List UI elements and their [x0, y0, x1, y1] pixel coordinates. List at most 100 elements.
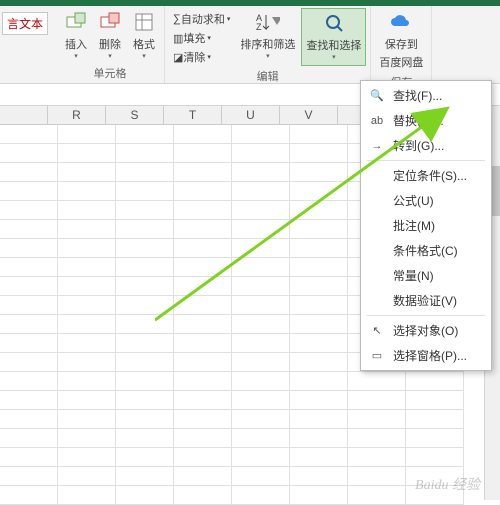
column-header[interactable]: S [106, 106, 164, 124]
cell[interactable] [0, 125, 58, 144]
cell[interactable] [58, 315, 116, 334]
cell[interactable] [232, 220, 290, 239]
cell[interactable] [232, 353, 290, 372]
cell[interactable] [174, 334, 232, 353]
cell[interactable] [232, 296, 290, 315]
cell[interactable] [232, 125, 290, 144]
menu-item[interactable]: ab替换(R)... [361, 108, 491, 133]
cell[interactable] [116, 277, 174, 296]
column-header[interactable]: R [48, 106, 106, 124]
cell[interactable] [348, 372, 406, 391]
cell[interactable] [232, 144, 290, 163]
cell[interactable] [174, 486, 232, 505]
cell[interactable] [0, 220, 58, 239]
cell[interactable] [232, 163, 290, 182]
cell[interactable] [290, 372, 348, 391]
cell[interactable] [58, 220, 116, 239]
menu-item[interactable]: 🔍查找(F)... [361, 83, 491, 108]
cell[interactable] [0, 182, 58, 201]
cell[interactable] [0, 372, 58, 391]
cell[interactable] [406, 410, 464, 429]
cell[interactable] [232, 486, 290, 505]
cell[interactable] [174, 163, 232, 182]
cell[interactable] [116, 220, 174, 239]
menu-item[interactable]: 批注(M) [361, 213, 491, 238]
fill-button[interactable]: ▥ 填充 ▾ [171, 29, 232, 47]
cell[interactable] [0, 391, 58, 410]
cell[interactable] [116, 258, 174, 277]
cell[interactable] [116, 410, 174, 429]
cell[interactable] [290, 486, 348, 505]
cell[interactable] [58, 258, 116, 277]
cell[interactable] [116, 486, 174, 505]
cell[interactable] [116, 163, 174, 182]
cell[interactable] [290, 239, 348, 258]
cell[interactable] [290, 277, 348, 296]
cell[interactable] [0, 467, 58, 486]
cell[interactable] [290, 448, 348, 467]
cell[interactable] [406, 372, 464, 391]
cell[interactable] [290, 296, 348, 315]
cell[interactable] [290, 353, 348, 372]
cell[interactable] [58, 163, 116, 182]
format-button[interactable]: 格式 ▾ [128, 8, 160, 63]
cell[interactable] [116, 334, 174, 353]
clear-button[interactable]: ◪ 清除 ▾ [171, 48, 232, 66]
cell[interactable] [290, 258, 348, 277]
cell[interactable] [174, 277, 232, 296]
sort-filter-button[interactable]: AZ 排序和筛选 ▾ [236, 8, 299, 66]
cell[interactable] [58, 391, 116, 410]
menu-item[interactable]: 数据验证(V) [361, 288, 491, 313]
cell[interactable] [174, 144, 232, 163]
cell[interactable] [174, 353, 232, 372]
cell[interactable] [232, 182, 290, 201]
cell[interactable] [116, 372, 174, 391]
cell[interactable] [348, 429, 406, 448]
cell[interactable] [232, 315, 290, 334]
cell[interactable] [348, 391, 406, 410]
column-header[interactable]: V [280, 106, 338, 124]
cell[interactable] [174, 182, 232, 201]
cell[interactable] [290, 125, 348, 144]
cell[interactable] [290, 182, 348, 201]
cell[interactable] [290, 163, 348, 182]
cell[interactable] [290, 410, 348, 429]
cell[interactable] [290, 334, 348, 353]
cell[interactable] [174, 220, 232, 239]
menu-item[interactable]: ↖选择对象(O) [361, 318, 491, 343]
cell[interactable] [58, 467, 116, 486]
cell[interactable] [116, 429, 174, 448]
cell[interactable] [174, 410, 232, 429]
cell[interactable] [116, 448, 174, 467]
cell[interactable] [0, 315, 58, 334]
cell[interactable] [174, 372, 232, 391]
cell[interactable] [58, 144, 116, 163]
cell[interactable] [174, 258, 232, 277]
cell[interactable] [232, 410, 290, 429]
cell[interactable] [58, 182, 116, 201]
cell[interactable] [116, 239, 174, 258]
cell[interactable] [174, 201, 232, 220]
cell[interactable] [290, 220, 348, 239]
cell[interactable] [0, 448, 58, 467]
column-header[interactable]: T [164, 106, 222, 124]
cell[interactable] [0, 258, 58, 277]
cell[interactable] [290, 201, 348, 220]
menu-item[interactable]: 定位条件(S)... [361, 163, 491, 188]
cell[interactable] [116, 182, 174, 201]
cell[interactable] [58, 410, 116, 429]
cell[interactable] [58, 201, 116, 220]
cell[interactable] [0, 429, 58, 448]
cell[interactable] [58, 334, 116, 353]
cell[interactable] [116, 296, 174, 315]
cell[interactable] [290, 467, 348, 486]
cell[interactable] [232, 239, 290, 258]
cell[interactable] [174, 296, 232, 315]
cell[interactable] [58, 277, 116, 296]
cell[interactable] [232, 334, 290, 353]
cell[interactable] [116, 144, 174, 163]
cell[interactable] [232, 277, 290, 296]
menu-item[interactable]: →转到(G)... [361, 133, 491, 158]
cell[interactable] [116, 125, 174, 144]
baidu-save-button[interactable]: 保存到 百度网盘 [375, 8, 427, 72]
